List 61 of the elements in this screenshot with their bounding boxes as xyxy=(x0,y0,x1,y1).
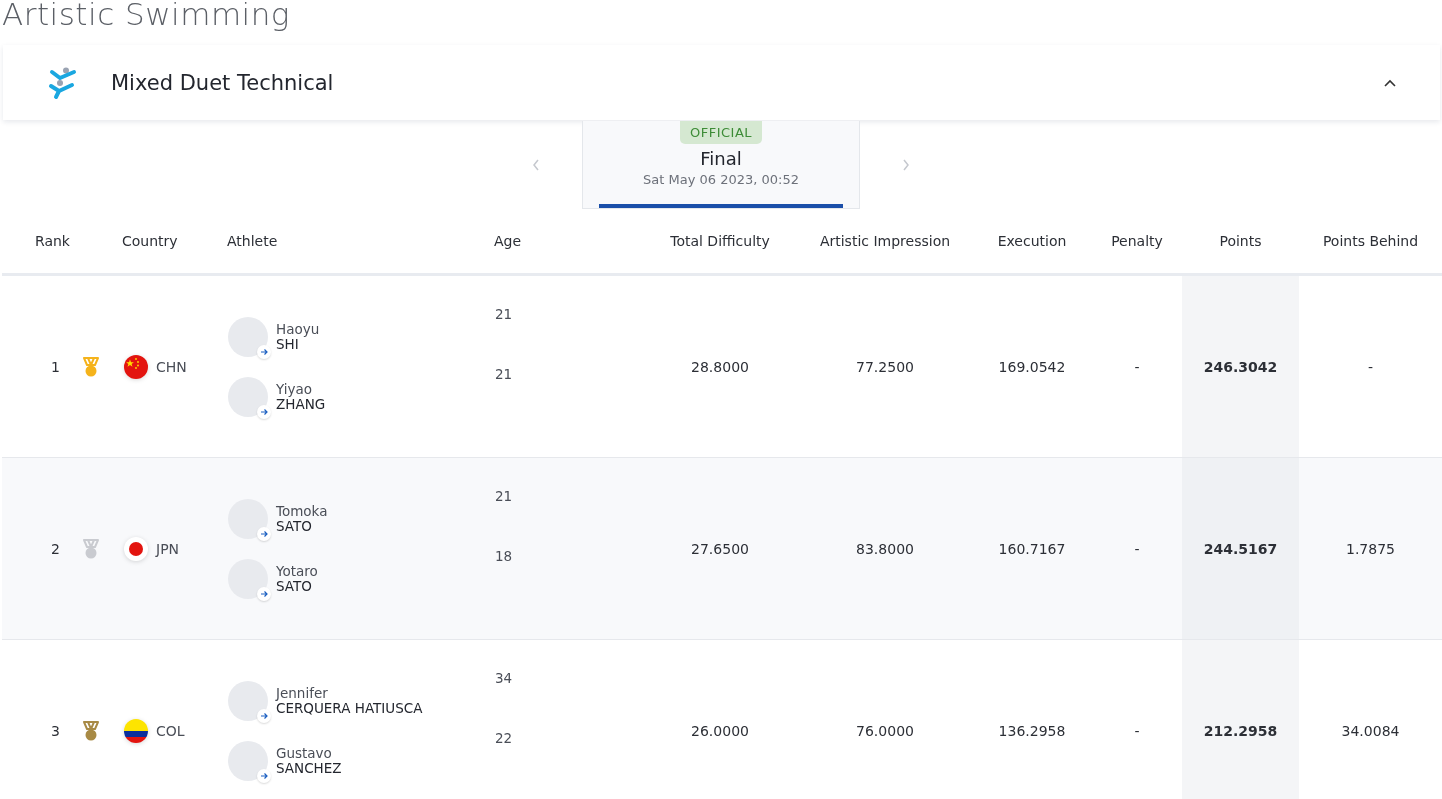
chevron-right-icon xyxy=(902,159,910,171)
points-behind-value: 1.7875 xyxy=(1346,540,1395,557)
athlete-age: 21 xyxy=(495,366,513,383)
country-code: JPN xyxy=(156,540,180,557)
column-header: Rank xyxy=(34,233,71,249)
athlete-first-name[interactable]: Gustavo xyxy=(276,745,342,761)
total-difficulty-value: 28.8000 xyxy=(691,358,749,375)
rank-number: 3 xyxy=(51,722,60,739)
athlete-first-name[interactable]: Yotaro xyxy=(276,563,318,579)
penalty-value: - xyxy=(1134,358,1140,375)
athlete-first-name[interactable]: Tomoka xyxy=(276,503,328,519)
athlete-last-name[interactable]: SANCHEZ xyxy=(276,760,342,776)
athlete-age: 21 xyxy=(495,488,513,505)
column-header: Country xyxy=(121,233,179,249)
artistic-impression-value: 76.0000 xyxy=(856,722,914,739)
penalty-value: - xyxy=(1134,722,1140,739)
phase-name: Final xyxy=(700,148,742,170)
athlete-age: 22 xyxy=(495,730,513,747)
rank-number: 1 xyxy=(51,358,60,375)
page-title: Artistic Swimming xyxy=(1,0,290,31)
column-header: Points Behind xyxy=(1321,233,1420,249)
column-header: Points xyxy=(1218,233,1263,249)
penalty-value: - xyxy=(1134,540,1140,557)
athlete-last-name[interactable]: ZHANG xyxy=(276,396,326,412)
column-header: Penalty xyxy=(1110,233,1164,249)
execution-value: 160.7167 xyxy=(998,540,1066,557)
athlete-age: 34 xyxy=(495,670,513,687)
points-behind-value: - xyxy=(1367,358,1374,375)
chevron-up-icon xyxy=(1384,78,1396,87)
column-header: Age xyxy=(493,233,523,249)
athlete-first-name[interactable]: Haoyu xyxy=(276,321,320,337)
column-header: Total Difficulty xyxy=(669,233,771,249)
event-name: Mixed Duet Technical xyxy=(111,70,335,95)
points-value: 246.3042 xyxy=(1203,358,1278,375)
country-code: COL xyxy=(156,722,185,739)
artistic-impression-value: 83.8000 xyxy=(856,540,914,557)
execution-value: 169.0542 xyxy=(998,358,1066,375)
athlete-last-name[interactable]: CERQUERA HATIUSCA xyxy=(276,700,423,716)
phase-date: Sat May 06 2023, 00:52 xyxy=(643,171,799,189)
execution-value: 136.2958 xyxy=(998,722,1066,739)
athlete-first-name[interactable]: Yiyao xyxy=(276,381,326,397)
phase-tab[interactable]: OFFICIAL Final Sat May 06 2023, 00:52 xyxy=(582,121,860,209)
column-header: Artistic Impression xyxy=(818,233,952,249)
chevron-left-icon xyxy=(532,159,540,171)
total-difficulty-value: 27.6500 xyxy=(691,540,749,557)
athlete-last-name[interactable]: SATO xyxy=(276,578,318,594)
points-behind-value: 34.0084 xyxy=(1341,722,1400,739)
column-header: Athlete xyxy=(226,233,279,249)
points-value: 212.2958 xyxy=(1203,722,1278,739)
rank-number: 2 xyxy=(51,540,60,557)
athlete-age: 21 xyxy=(495,306,513,323)
total-difficulty-value: 26.0000 xyxy=(691,722,749,739)
artistic-impression-value: 77.2500 xyxy=(856,358,914,375)
athlete-last-name[interactable]: SATO xyxy=(276,518,328,534)
country-code: CHN xyxy=(156,358,187,375)
points-value: 244.5167 xyxy=(1203,540,1278,557)
column-header: Execution xyxy=(996,233,1068,249)
status-badge: OFFICIAL xyxy=(679,121,763,144)
athlete-age: 18 xyxy=(495,548,513,565)
athlete-last-name[interactable]: SHI xyxy=(276,336,320,352)
athlete-first-name[interactable]: Jennifer xyxy=(276,685,423,701)
